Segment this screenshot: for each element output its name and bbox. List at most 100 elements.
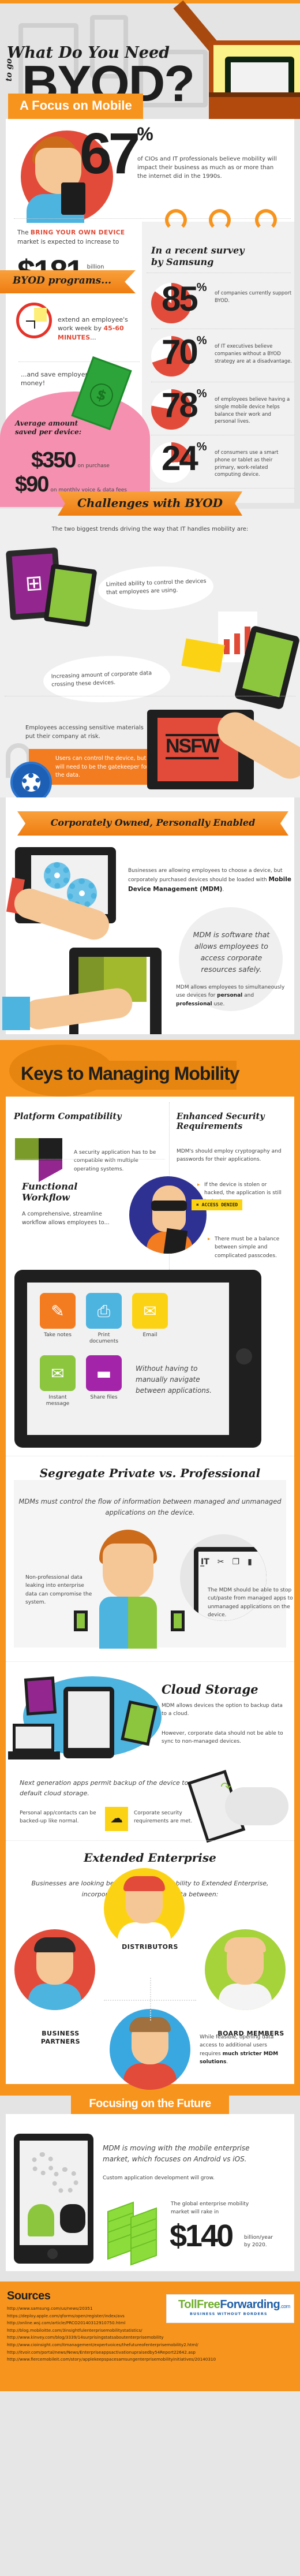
workflow-app[interactable]: ✉ Instant message [40, 1355, 76, 1408]
access-denied-badge: ✖ ACCESS DENIED [192, 1199, 243, 1210]
samsung-stat-text: of consumers use a smart phone or tablet… [215, 450, 279, 478]
security-bullet-2: There must be a balance between simple a… [208, 1235, 290, 1260]
cash-stack-icon [107, 2201, 159, 2266]
infographic: What Do You Need to go BYOD? A Focus on … [0, 0, 300, 2391]
thief-illustration [129, 1176, 207, 1254]
samsung-stat-value: 24% [162, 439, 207, 478]
platform-title: Platform Compatibility [14, 1112, 122, 1121]
source-link[interactable]: http://www.fiercemobileit.com/story/appl… [7, 2356, 293, 2363]
group-label: DISTRIBUTORS [122, 1943, 178, 1951]
segregate-right-text: The MDM should be able to stop cut/paste… [208, 1587, 293, 1619]
paste-icon: ▮ [247, 1557, 252, 1567]
binder-ring-icon [209, 209, 231, 231]
app-icon: ✎ [40, 1293, 76, 1329]
scissors-icon: ✂ [217, 1557, 224, 1567]
future-card: MDM is moving with the mobile enterprise… [6, 2114, 294, 2271]
group-label: BUSINESS PARTNERS [40, 2030, 81, 2046]
security-text: MDM's should employ cryptography and pas… [177, 1149, 282, 1163]
person-illustration [205, 1929, 286, 2010]
challenges-intro: The two biggest trends driving the way t… [51, 526, 249, 532]
person-illustration [14, 1929, 95, 2010]
source-link[interactable]: http://www.cioinsight.com/itmanagement/e… [7, 2342, 293, 2349]
average-saved-title: Average amount saved per device: [15, 419, 82, 436]
workflow-app[interactable]: ✎ Take notes [40, 1293, 76, 1339]
global-market-text: The global enterprise mobility market wi… [171, 2201, 249, 2215]
next-gen-text: Next generation apps permit backup of th… [20, 1779, 189, 1797]
tablet-icon [63, 1687, 114, 1758]
person-illustration [110, 2009, 190, 2090]
copy-icon: ❐ [232, 1557, 240, 1567]
workflow-app[interactable]: ✉ Email [132, 1293, 168, 1339]
corporate-security-text: Corporate security requirements are met. [134, 1810, 193, 1825]
divider [14, 218, 291, 219]
source-link[interactable]: http://blog.mobiloitte.com/3insightfulen… [7, 2327, 293, 2335]
samsung-survey-title: In a recent survey by Samsung [151, 245, 245, 267]
extended-enterprise-title: Extended Enterprise [84, 1851, 216, 1865]
samsung-stat-row: 24% of consumers use a smart phone or tab… [151, 437, 294, 489]
extend-work-week-text: extend an employee's work week by 45-60 … [58, 316, 128, 341]
samsung-stat-value: 70% [162, 333, 207, 371]
samsung-stat-text: of employees believe having a single mob… [215, 397, 290, 425]
platform-text: A security application has to be compati… [74, 1150, 156, 1172]
app-icon: ▬ [86, 1355, 122, 1391]
binder-ring-icon [255, 209, 277, 231]
samsung-stat-row: 78% of employees believe having a single … [151, 383, 294, 435]
focus-on-mobile-section: A Focus on Mobile 67% of CIOs and IT pro… [0, 94, 300, 509]
mdm-definition: MDM is software that allows employees to… [193, 930, 270, 974]
workflow-note: Without having to manually navigate betw… [136, 1365, 212, 1395]
samsung-stat-value: 85% [162, 279, 207, 318]
person-illustration [104, 1868, 185, 1949]
challenges-section: Challenges with BYOD The two biggest tre… [0, 491, 300, 803]
tollfreeforwarding-logo[interactable]: TollFreeForwarding.com BUSINESS WITHOUT … [166, 2294, 294, 2323]
nsfw-label: NSFW [166, 734, 220, 759]
clock-icon [16, 303, 52, 338]
keys-header: Keys to Managing Mobility [6, 1040, 294, 1097]
challenges-ribbon: Challenges with BYOD [58, 491, 242, 516]
speech-bubble-control: Limited ability to control the devices t… [97, 564, 215, 612]
segregate-left-text: Non-professional data leaking into enter… [25, 1575, 92, 1606]
segregate-title: Segregate Private vs. Professional [39, 1466, 261, 1480]
cope-ribbon: Corporately Owned, Personally Enabled [17, 811, 288, 836]
segregate-italic: MDMs must control the flow of informatio… [18, 1497, 282, 1516]
section-tab-future: Focusing on the Future [71, 2096, 229, 2115]
laptop-icon [8, 1724, 60, 1764]
app-label: Take notes [44, 1332, 72, 1338]
workflow-title: Functional Workflow [22, 1181, 78, 1203]
app-icon: ✉ [40, 1355, 76, 1391]
source-link[interactable]: http://www.kinvey.com/blog/3339/14surpri… [7, 2334, 293, 2342]
keys-title: Keys to Managing Mobility [21, 1063, 240, 1084]
samsung-stat-row: 85% of companies currently support BYOD. [151, 277, 294, 329]
extended-enterprise-note: While feasible, opening data access to a… [200, 2034, 279, 2066]
cope-card: Corporately Owned, Personally Enabled Bu… [2, 797, 294, 1034]
stat-67-text: of CIOs and IT professionals believe mob… [137, 156, 277, 180]
sensitive-materials-text: Employees accessing sensitive materials … [25, 725, 144, 740]
personal-backup-text: Personal app/contacts can be backed-up l… [20, 1810, 96, 1825]
home-button-icon [236, 1348, 252, 1365]
workflow-text: A comprehensive, streamline workflow all… [22, 1211, 110, 1227]
app-label: Instant message [46, 1395, 70, 1407]
workflow-tablet: ✎ Take notes ⎙ Print documents ✉ Email ✉ Instan… [14, 1270, 261, 1448]
app-label: Email [142, 1332, 158, 1338]
samsung-stat-text: of companies currently support BYOD. [215, 290, 292, 304]
android-ios-tablet-icon [14, 2134, 93, 2264]
windows-tablet-icon [24, 1676, 57, 1716]
app-label: Print documents [89, 1332, 119, 1345]
samsung-stat-value: 78% [162, 386, 207, 424]
cope-dual-use-text: MDM allows employees to simultaneously u… [176, 985, 285, 1007]
global-market-unit: billion/year by 2020. [244, 2235, 273, 2248]
workflow-app[interactable]: ▬ Share files [86, 1355, 122, 1401]
text-tool-icon: I̲T [201, 1557, 209, 1567]
source-link[interactable]: http://itvoir.com/portal/news/News/Enter… [7, 2349, 293, 2357]
custom-app-text: Custom application development will grow… [103, 2175, 215, 2181]
cope-mdm-text: Businesses are allowing employees to cho… [128, 868, 291, 893]
focus-card: A Focus on Mobile 67% of CIOs and IT pro… [0, 94, 294, 507]
cloud-text-2: However, corporate data should not be ab… [162, 1731, 283, 1745]
samsung-survey-card: In a recent survey by Samsung 85% of compa… [142, 209, 294, 503]
divider [18, 361, 140, 362]
title-to-go: to go [5, 58, 14, 81]
sources-section: Sources http://www.samsung.com/us/news/2… [0, 2282, 300, 2391]
cope-section: Corporately Owned, Personally Enabled Bu… [0, 797, 300, 1034]
samsung-stat-text: of IT executives believe companies witho… [215, 344, 292, 364]
keys-section: Keys to Managing Mobility Platform Compa… [0, 1040, 300, 2123]
workflow-app[interactable]: ⎙ Print documents [86, 1293, 122, 1345]
